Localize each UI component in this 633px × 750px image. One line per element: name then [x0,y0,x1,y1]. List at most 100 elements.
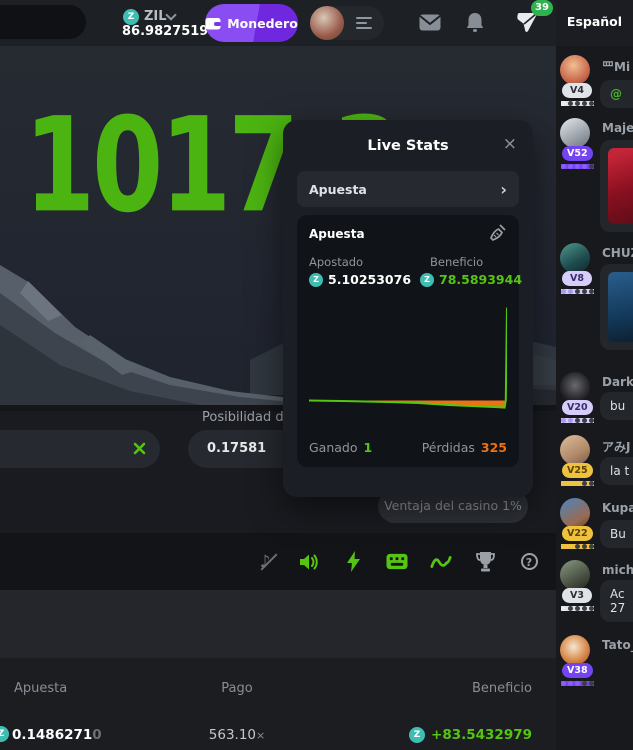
history-payout-value: 563.10× [205,727,269,743]
chat-bubble [600,264,633,350]
bell-icon[interactable] [465,12,485,33]
vip-level-badge: V52 [562,146,593,161]
wallet-button-label: Monedero [227,16,298,31]
live-stats-icon[interactable] [430,551,452,573]
chat-username[interactable]: Dark [602,375,633,389]
reset-stats-icon[interactable] [489,224,507,242]
app-root: 1017.3 Posibilidad de 0.17581 Ventaja de… [0,0,633,750]
music-muted-icon[interactable]: ♪ [254,551,276,573]
win-chance-input[interactable]: 0.17581 [188,430,298,468]
vip-progress-dots [561,101,594,106]
vip-level-badge: V4 [562,83,592,98]
stats-mode-select[interactable]: Apuesta › [297,171,519,207]
zil-coin-icon: Z [409,727,425,743]
stats-footer: Ganado1 Pérdidas325 [309,440,507,455]
currency-code[interactable]: ZIL [144,9,167,24]
vip-progress-dots [561,418,594,423]
vip-level-badge: V20 [562,400,593,415]
chat-username[interactable]: Tato_ [602,638,633,652]
wagered-label: Apostado [309,255,363,269]
top-bar: Z ZIL 86.9827519 Monedero 39 [0,0,556,46]
chat-user-avatar[interactable] [560,372,590,402]
win-chance-label: Posibilidad de [202,410,292,425]
chat-username[interactable]: Maje [602,121,633,135]
lower-band [0,590,556,658]
mail-icon[interactable] [419,14,441,31]
vip-progress-dots [561,544,594,549]
vip-level-badge: V25 [562,463,593,478]
stats-mode-label: Apuesta [309,182,367,197]
live-stats-panel: Live Stats × Apuesta › Apuesta Apostado … [283,120,533,497]
chat-bubble [600,140,633,232]
help-icon[interactable]: ? [518,551,540,573]
chat-username[interactable]: 罒Mi [602,58,630,75]
vip-progress-dots [561,481,594,486]
bet-history: Apuesta Pago Beneficio Z 0.14862710 563.… [0,658,556,750]
wallet-icon [205,16,221,30]
history-profit-value: Z+83.5432979 [409,727,532,743]
zil-coin-icon: Z [309,273,323,287]
turbo-icon[interactable] [342,551,364,573]
chat-bubble: Ac 27 [600,580,633,622]
chat-message-list: 罒Mi @ V4 Maje V52 CHUZ V8 Dark bu V20 アみJ la t V25 Ku… [556,46,633,750]
sound-icon[interactable] [298,551,320,573]
vip-level-badge: V38 [562,663,593,678]
wallet-balance: 86.9827519 [122,24,208,39]
leaderboard-icon[interactable] [474,551,496,573]
history-bet-value: 0.14862710 [12,727,102,743]
history-col-bet: Apuesta [14,681,67,696]
stats-card-title: Apuesta [309,227,365,241]
chevron-down-icon[interactable] [165,9,176,20]
zil-coin-icon: Z [123,9,139,25]
chat-bubble: bu [600,392,633,420]
profile-menu[interactable] [310,6,384,40]
search-input[interactable] [0,5,86,39]
chat-username[interactable]: mich [602,563,633,577]
vip-progress-dots [561,289,594,294]
wallet-button[interactable]: Monedero [205,4,298,42]
chat-user-avatar[interactable] [560,55,590,85]
chat-user-avatar[interactable] [560,243,590,273]
chat-image-attachment[interactable] [608,148,633,224]
language-selector[interactable]: Español [556,14,633,29]
chat-user-avatar[interactable] [560,635,590,665]
vip-progress-dots [561,681,594,686]
wagered-value: Z5.10253076 [309,272,411,287]
chat-bubble: @ [600,80,633,108]
history-col-profit: Beneficio [472,681,532,696]
hotkeys-icon[interactable] [386,551,408,573]
chat-username[interactable]: アみJ [602,438,630,455]
zil-coin-icon: Z [420,273,434,287]
payout-x-icon[interactable] [133,442,146,455]
live-stats-title: Live Stats [283,138,533,154]
vip-progress-dots [561,164,594,169]
profit-value: Z78.5893944 [420,272,522,287]
chevron-right-icon: › [500,180,507,199]
chat-sidebar: Español 罒Mi @ V4 Maje V52 CHUZ V8 Dark bu V20 アみJ l… [556,0,633,750]
zil-coin-icon: Z [0,726,9,742]
vip-level-badge: V8 [562,271,592,286]
chat-username[interactable]: Kupa [602,501,633,515]
currency-coin-icon[interactable]: Z [123,9,139,25]
hamburger-menu-icon [356,14,372,32]
losses-stat: Pérdidas325 [422,440,507,455]
wins-stat: Ganado1 [309,440,372,455]
close-icon[interactable]: × [503,134,517,154]
stats-card: Apuesta Apostado Z5.10253076 Beneficio Z… [297,215,519,467]
profit-sparkline-chart [309,295,507,435]
chat-user-avatar[interactable] [560,560,590,590]
history-col-payout: Pago [205,681,269,696]
user-avatar[interactable] [310,6,344,40]
sidebar-header: Español [556,0,633,46]
chat-user-avatar[interactable] [560,498,590,528]
notification-badge: 39 [531,0,553,16]
profit-label: Beneficio [430,255,483,269]
chat-username[interactable]: CHUZ [602,246,633,260]
game-toolbar: ♪ ? [0,533,556,590]
chat-bubble: Bu [600,520,633,548]
chat-user-avatar[interactable] [560,435,590,465]
chat-image-attachment[interactable] [608,272,633,342]
chat-user-avatar[interactable] [560,118,590,148]
vip-level-badge: V3 [562,588,592,603]
chat-bubble: la t [600,457,633,485]
